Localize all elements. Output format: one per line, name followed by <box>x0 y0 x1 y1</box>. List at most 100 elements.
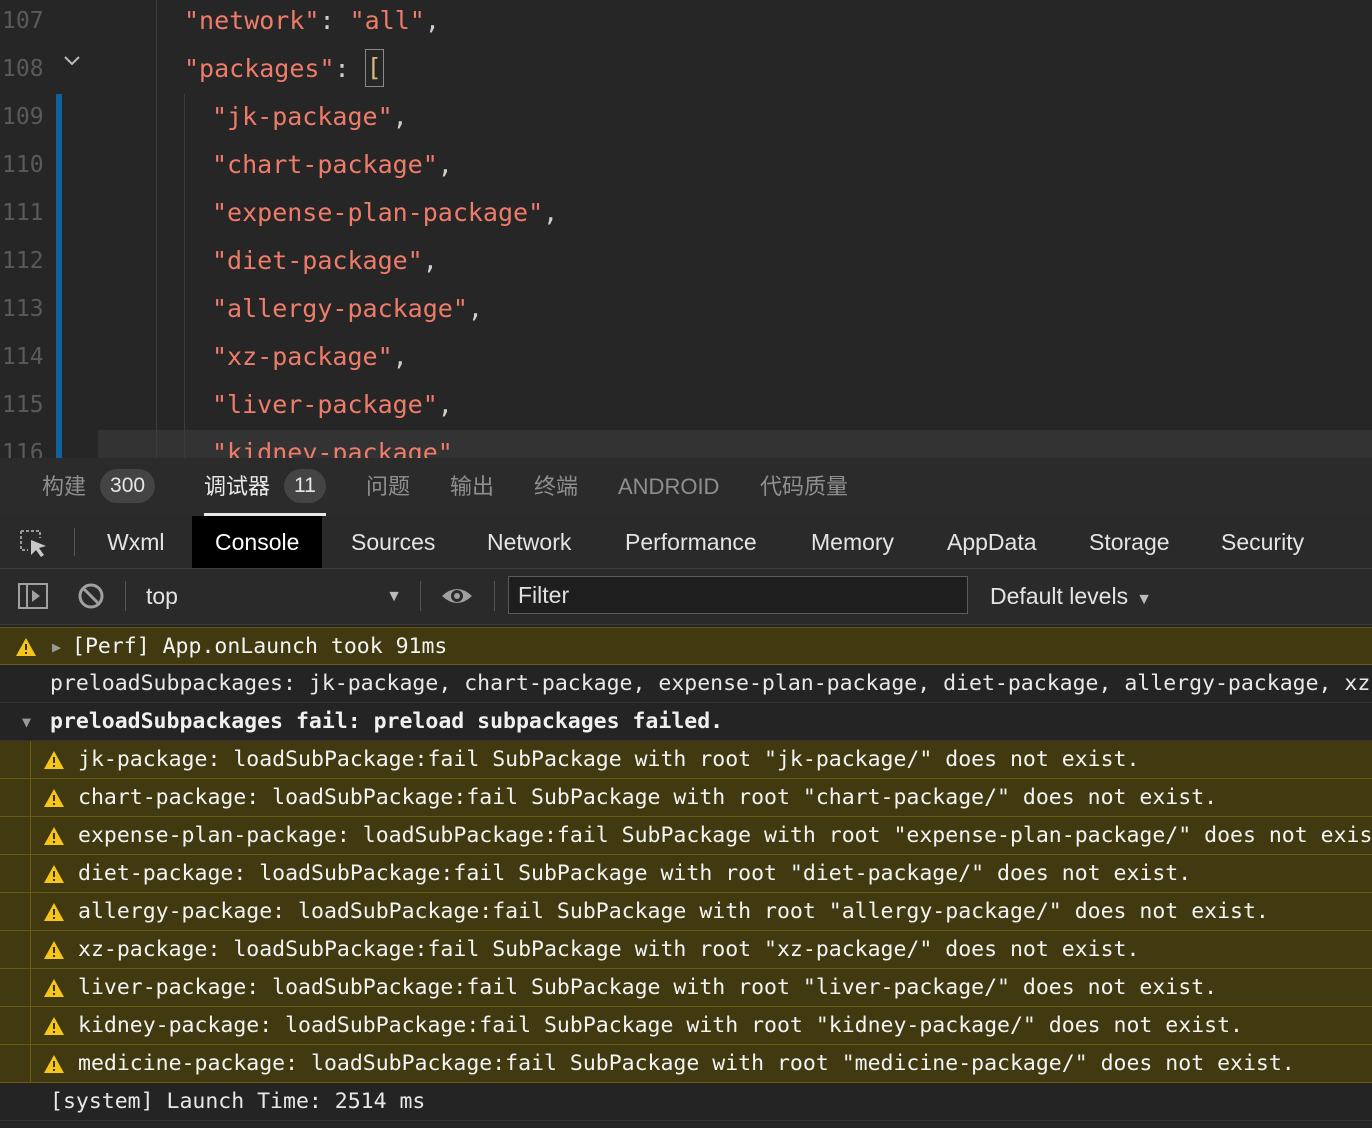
line-number: 110 <box>2 152 44 178</box>
inspect-element-icon[interactable] <box>18 528 50 558</box>
console-warning[interactable]: allergy-package: loadSubPackage:fail Sub… <box>0 893 1372 931</box>
string-token: "jk-package" <box>212 102 393 131</box>
eye-icon[interactable] <box>441 581 473 611</box>
warning-text: chart-package: loadSubPackage:fail SubPa… <box>78 785 1218 810</box>
tab-memory[interactable]: Memory <box>811 516 894 568</box>
line-number: 113 <box>2 296 44 322</box>
console-warning[interactable]: kidney-package: loadSubPackage:fail SubP… <box>0 1007 1372 1045</box>
console-group[interactable]: ▼ preloadSubpackages fail: preload subpa… <box>0 703 1372 741</box>
warning-text: liver-package: loadSubPackage:fail SubPa… <box>78 975 1218 1000</box>
code-text: "packages": [ <box>184 45 384 93</box>
tab-debugger[interactable]: 调试器 11 <box>204 458 326 516</box>
toolbar-separator <box>494 581 495 611</box>
dropdown-arrow-icon: ▼ <box>386 588 402 605</box>
matched-bracket: [ <box>364 49 384 87</box>
line-number: 114 <box>2 344 44 370</box>
perf-message: [Perf] App.onLaunch took 91ms <box>72 634 448 659</box>
string-token: "allergy-package" <box>212 294 468 323</box>
tab-sources[interactable]: Sources <box>351 516 435 568</box>
console-warning[interactable]: xz-package: loadSubPackage:fail SubPacka… <box>0 931 1372 969</box>
code-text: "diet-package", <box>212 237 438 285</box>
punctuation-token: , <box>437 390 453 419</box>
punctuation-token: , <box>392 342 408 371</box>
punctuation-token: : <box>319 6 350 35</box>
code-text: "xz-package", <box>212 333 408 381</box>
console-output[interactable]: ▶ [Perf] App.onLaunch took 91ms preloadS… <box>0 625 1372 1128</box>
warning-text: allergy-package: loadSubPackage:fail Sub… <box>78 899 1269 924</box>
string-token: "network" <box>184 6 320 35</box>
code-text: "liver-package", <box>212 381 453 429</box>
code-line[interactable]: 109 "jk-package", <box>0 93 1372 141</box>
string-token: "expense-plan-package" <box>212 198 544 227</box>
punctuation-token: , <box>467 294 483 323</box>
tab-security[interactable]: Security <box>1221 516 1304 568</box>
tab-output[interactable]: 输出 <box>450 458 494 516</box>
tab-performance[interactable]: Performance <box>625 516 757 568</box>
warning-text: kidney-package: loadSubPackage:fail SubP… <box>78 1013 1243 1038</box>
warning-icon <box>44 903 64 921</box>
tab-network[interactable]: Network <box>487 516 571 568</box>
collapse-arrow-icon[interactable]: ▼ <box>22 703 31 740</box>
line-number: 109 <box>2 104 44 130</box>
console-log[interactable]: preloadSubpackages: jk-package, chart-pa… <box>0 665 1372 703</box>
tab-problems[interactable]: 问题 <box>366 458 410 516</box>
tab-code-quality[interactable]: 代码质量 <box>760 458 848 516</box>
console-warning[interactable]: jk-package: loadSubPackage:fail SubPacka… <box>0 741 1372 779</box>
console-warning[interactable]: diet-package: loadSubPackage:fail SubPac… <box>0 855 1372 893</box>
line-number: 116 <box>2 440 44 458</box>
tab-terminal[interactable]: 终端 <box>534 458 578 516</box>
console-warning[interactable]: medicine-package: loadSubPackage:fail Su… <box>0 1045 1372 1083</box>
punctuation-token: , <box>437 150 453 179</box>
code-line[interactable]: 112 "diet-package", <box>0 237 1372 285</box>
console-warning[interactable]: ▶ [Perf] App.onLaunch took 91ms <box>0 627 1372 665</box>
code-text: "jk-package", <box>212 93 408 141</box>
punctuation-token: , <box>424 6 440 35</box>
tab-wxml[interactable]: Wxml <box>107 516 164 568</box>
code-line[interactable]: 107 "network": "all", <box>0 0 1372 45</box>
group-indent-line <box>30 741 31 1083</box>
clear-console-icon[interactable] <box>75 581 107 611</box>
code-line[interactable]: 115 "liver-package", <box>0 381 1372 429</box>
tab-build-label: 构建 <box>42 474 87 499</box>
warning-text: medicine-package: loadSubPackage:fail Su… <box>78 1051 1295 1076</box>
filter-input[interactable] <box>508 576 968 614</box>
warning-text: expense-plan-package: loadSubPackage:fai… <box>78 823 1372 848</box>
build-count-badge: 300 <box>100 469 156 504</box>
code-text: "expense-plan-package", <box>212 189 558 237</box>
debugger-count-badge: 11 <box>284 469 326 504</box>
string-token: "diet-package" <box>212 246 423 275</box>
code-line[interactable]: 113 "allergy-package", <box>0 285 1372 333</box>
context-selector[interactable]: top ▼ <box>130 569 410 624</box>
tab-console[interactable]: Console <box>192 516 323 568</box>
line-number: 112 <box>2 248 44 274</box>
warning-icon <box>44 865 64 883</box>
code-text: "allergy-package", <box>212 285 483 333</box>
panel-tab-bar: 构建 300 调试器 11 问题 输出 终端 ANDROID 代码质量 <box>0 458 1372 516</box>
tab-appdata[interactable]: AppData <box>947 516 1037 568</box>
expand-arrow-icon[interactable]: ▶ <box>52 628 61 664</box>
code-line[interactable]: 111 "expense-plan-package", <box>0 189 1372 237</box>
toggle-sidebar-icon[interactable] <box>17 581 49 611</box>
warning-icon <box>44 1055 64 1073</box>
code-line[interactable]: 108 "packages": [ <box>0 45 1372 93</box>
tab-android[interactable]: ANDROID <box>618 458 719 516</box>
console-warning[interactable]: expense-plan-package: loadSubPackage:fai… <box>0 817 1372 855</box>
fold-chevron-icon[interactable] <box>62 51 82 71</box>
warning-icon <box>44 1017 64 1035</box>
punctuation-token: , <box>543 198 559 227</box>
warning-icon <box>44 979 64 997</box>
console-log[interactable]: [system] Launch Time: 2514 ms <box>0 1083 1372 1121</box>
tab-storage[interactable]: Storage <box>1089 516 1170 568</box>
console-warning[interactable]: chart-package: loadSubPackage:fail SubPa… <box>0 779 1372 817</box>
punctuation-token: , <box>392 102 408 131</box>
code-line[interactable]: 110 "chart-package", <box>0 141 1372 189</box>
log-levels-dropdown[interactable]: Default levels ▼ <box>990 569 1152 624</box>
tab-build[interactable]: 构建 300 <box>42 458 156 516</box>
warning-text: jk-package: loadSubPackage:fail SubPacka… <box>78 747 1140 772</box>
console-warning[interactable]: liver-package: loadSubPackage:fail SubPa… <box>0 969 1372 1007</box>
string-token: "all" <box>349 6 425 35</box>
code-line[interactable]: 114 "xz-package", <box>0 333 1372 381</box>
tab-debugger-label: 调试器 <box>204 474 271 499</box>
code-line[interactable]: 116 "kidney-package" <box>0 429 1372 458</box>
code-editor[interactable]: 107 "network": "all", 108 "packages": [ 109 "… <box>0 0 1372 458</box>
